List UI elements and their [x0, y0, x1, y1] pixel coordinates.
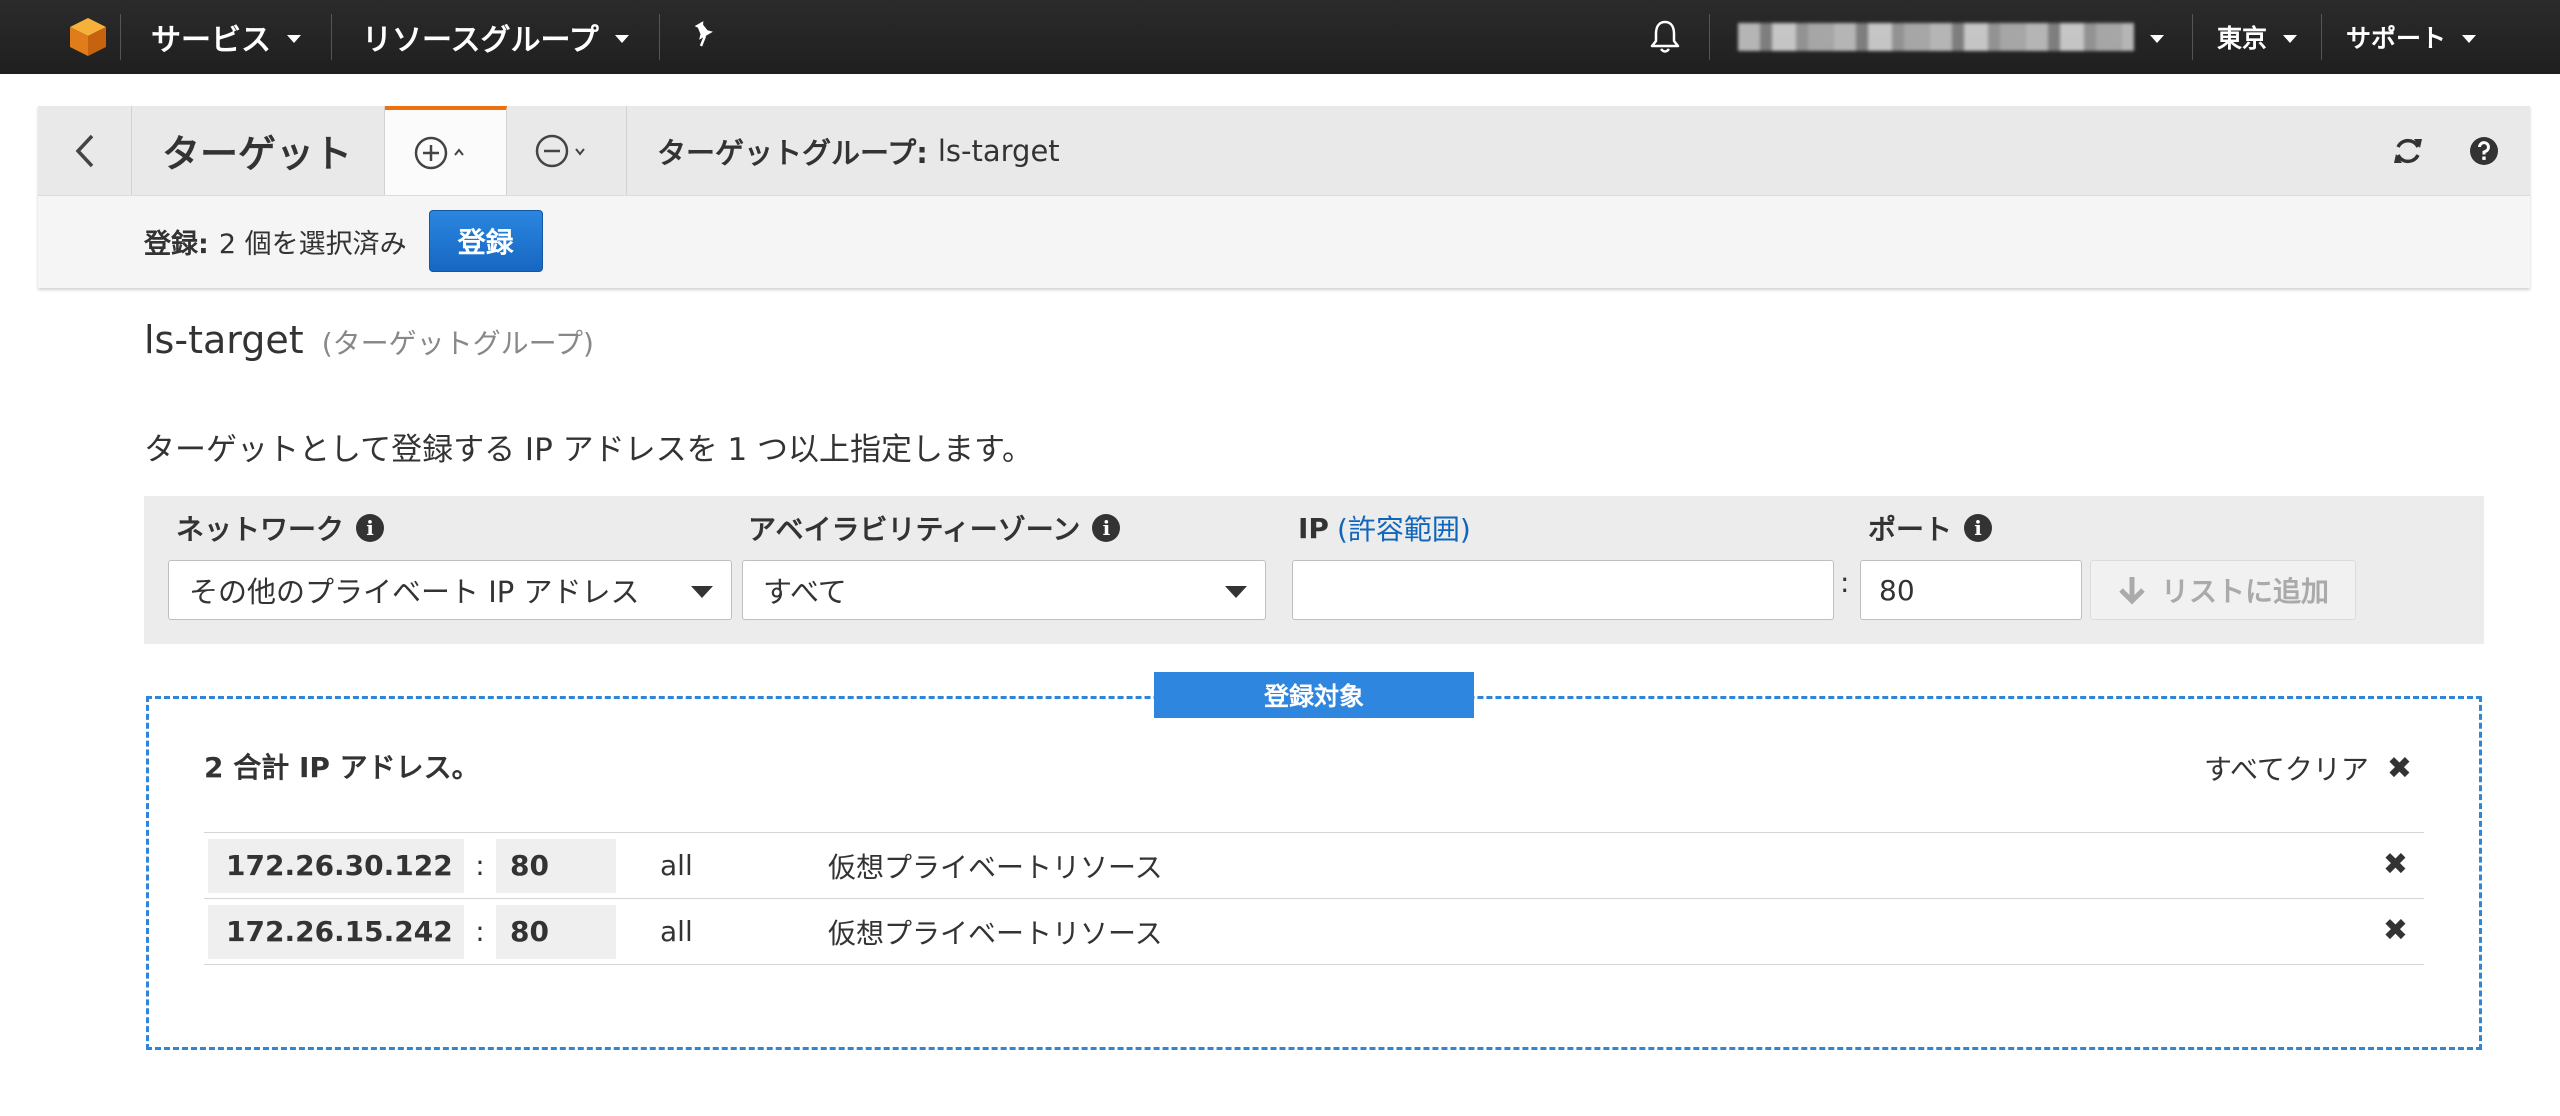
support-menu[interactable]: サポート — [2322, 0, 2500, 74]
target-az: all — [660, 849, 693, 882]
az-select-value: すべて — [763, 575, 847, 609]
add-target-form: ネットワーク i アベイラビリティーゾーン i IP (許容範囲) ポート i … — [144, 496, 2484, 644]
network-select[interactable]: その他のプライベート IP アドレス — [168, 560, 732, 620]
add-to-list-button[interactable]: リストに追加 — [2090, 560, 2357, 620]
port-label: ポート i — [1868, 508, 1993, 548]
plus-circle-icon — [414, 136, 464, 169]
az-label: アベイラビリティーゾーン i — [748, 508, 1121, 548]
register-label: 登録: — [144, 228, 209, 260]
redacted-account-name — [1737, 23, 2134, 51]
dropdown-arrow-icon — [691, 586, 713, 598]
target-group-prefix: ターゲットグループ: — [657, 135, 928, 170]
nav-right-group: 東京 サポート — [1621, 0, 2560, 74]
add-to-list-label: リストに追加 — [2161, 575, 2330, 608]
services-label: サービス — [151, 23, 271, 58]
remove-target-icon[interactable]: ✖ — [2383, 913, 2408, 948]
target-az: all — [660, 915, 693, 948]
ip-port-separator: : — [475, 915, 485, 948]
table-row: 172.26.15.242 : 80 all 仮想プライベートリソース ✖ — [204, 899, 2424, 965]
chevron-down-icon — [2149, 35, 2164, 43]
target-ip: 172.26.30.122 — [208, 838, 464, 893]
network-label-text: ネットワーク — [176, 513, 345, 546]
targets-panel-header: ターゲット ターゲットグループ: ls-target 登録: 2 個を選択済み … — [38, 106, 2530, 288]
target-ip: 172.26.15.242 — [208, 904, 464, 959]
ip-input[interactable] — [1292, 560, 1834, 620]
table-row: 172.26.30.122 : 80 all 仮想プライベートリソース ✖ — [204, 833, 2424, 899]
selected-count-text: 2 個を選択済み — [218, 228, 407, 260]
ip-port-separator: : — [1840, 566, 1850, 599]
region-menu[interactable]: 東京 — [2193, 0, 2321, 74]
info-icon[interactable]: i — [1964, 514, 1993, 542]
minus-circle-icon — [535, 134, 585, 167]
az-label-text: アベイラビリティーゾーン — [748, 513, 1081, 546]
panel-title: ターゲット — [132, 106, 386, 195]
instruction-text: ターゲットとして登録する IP アドレスを 1 つ以上指定します。 — [144, 432, 1033, 468]
info-icon[interactable]: i — [1092, 514, 1121, 542]
network-label: ネットワーク i — [176, 508, 385, 548]
close-icon: ✖ — [2386, 750, 2412, 786]
info-icon[interactable]: i — [356, 514, 385, 542]
resource-groups-menu[interactable]: リソースグループ — [332, 0, 659, 74]
register-bar: 登録: 2 個を選択済み 登録 — [38, 196, 2530, 286]
az-select[interactable]: すべて — [742, 560, 1266, 620]
pending-targets-label: 登録対象 — [1154, 672, 1474, 718]
top-navigation-bar: サービス リソースグループ 東京 サポート — [0, 0, 2560, 74]
region-label: 東京 — [2216, 24, 2267, 53]
chevron-left-icon — [75, 134, 93, 167]
support-label: サポート — [2345, 24, 2446, 53]
chevron-down-icon — [287, 35, 301, 43]
target-port: 80 — [496, 838, 616, 893]
dropdown-arrow-icon — [1225, 586, 1247, 598]
target-group-title: ls-target — [144, 318, 304, 362]
panel-tab-bar: ターゲット ターゲットグループ: ls-target — [38, 106, 2530, 196]
port-input[interactable] — [1860, 560, 2082, 620]
chevron-down-icon — [2462, 35, 2476, 43]
target-group-name: ls-target — [937, 133, 1060, 168]
allowed-range-link[interactable]: (許容範囲) — [1337, 508, 1471, 548]
ip-label: IP (許容範囲) — [1298, 508, 1471, 548]
ip-port-separator: : — [475, 849, 485, 882]
target-group-heading: ターゲットグループ: ls-target — [627, 106, 1060, 195]
refresh-icon[interactable] — [2392, 135, 2424, 167]
back-button[interactable] — [38, 106, 132, 195]
chevron-down-icon — [614, 35, 629, 43]
target-port: 80 — [496, 904, 616, 959]
clear-all-button[interactable]: すべてクリア ✖ — [2204, 748, 2412, 788]
remove-targets-tab[interactable] — [507, 106, 628, 195]
ip-label-text: IP — [1298, 511, 1329, 545]
help-icon[interactable] — [2468, 135, 2500, 167]
target-resource: 仮想プライベートリソース — [828, 850, 1163, 884]
pin-icon[interactable] — [660, 19, 750, 56]
resource-groups-label: リソースグループ — [362, 23, 599, 58]
target-resource: 仮想プライベートリソース — [828, 916, 1163, 950]
network-select-value: その他のプライベート IP アドレス — [189, 575, 640, 609]
ip-address-count: 2 合計 IP アドレス。 — [204, 751, 480, 784]
clear-all-label: すべてクリア — [2203, 753, 2369, 786]
port-label-text: ポート — [1868, 513, 1953, 546]
chevron-down-icon — [2282, 35, 2297, 43]
remove-target-icon[interactable]: ✖ — [2383, 847, 2408, 882]
page-title: ls-target (ターゲットグループ) — [144, 318, 594, 362]
register-button[interactable]: 登録 — [428, 210, 543, 272]
add-targets-tab[interactable] — [385, 106, 508, 195]
target-group-type: (ターゲットグループ) — [321, 327, 594, 360]
aws-cube-logo-icon[interactable] — [56, 0, 120, 74]
services-menu[interactable]: サービス — [121, 0, 331, 74]
arrow-down-icon — [2119, 577, 2145, 605]
bell-icon[interactable] — [1621, 19, 1709, 55]
account-menu[interactable] — [1710, 23, 2192, 51]
panel-tools — [2348, 106, 2530, 195]
pending-targets-list: 172.26.30.122 : 80 all 仮想プライベートリソース ✖ 17… — [204, 832, 2424, 965]
